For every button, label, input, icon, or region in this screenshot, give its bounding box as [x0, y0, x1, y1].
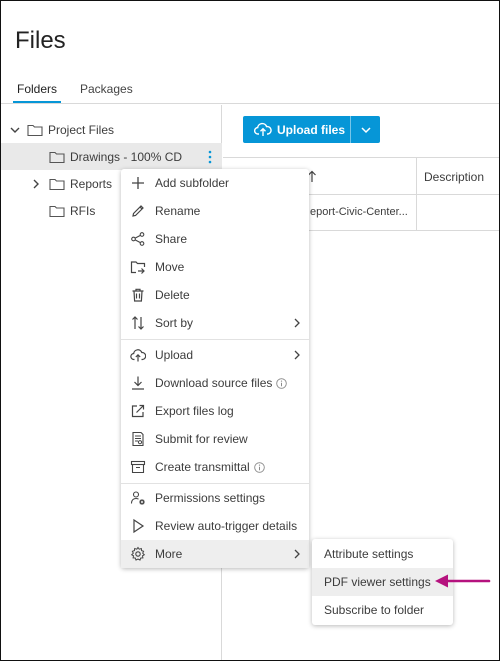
- tree-item-drawings[interactable]: Drawings - 100% CD: [1, 143, 222, 170]
- menu-item-label: Subscribe to folder: [324, 603, 425, 617]
- upload-files-button[interactable]: Upload files: [243, 116, 380, 143]
- menu-item-label: PDF viewer settings: [324, 575, 431, 589]
- menu-item-label: Submit for review: [155, 432, 248, 446]
- review-document-icon: [132, 431, 144, 447]
- more-submenu: Attribute settings PDF viewer settings S…: [312, 539, 453, 625]
- menu-item-label: Review auto-trigger details: [155, 519, 298, 533]
- menu-item-label: Create transmittal: [155, 460, 265, 474]
- menu-item-download-source-files[interactable]: Download source files: [121, 369, 309, 397]
- trash-icon: [132, 288, 144, 302]
- transmittal-icon: [130, 460, 146, 474]
- menu-item-label: Upload: [155, 348, 194, 362]
- cloud-upload-icon: [254, 122, 272, 136]
- menu-item-attribute-settings[interactable]: Attribute settings: [312, 540, 453, 568]
- more-options-icon[interactable]: [205, 149, 215, 165]
- column-divider: [416, 158, 417, 196]
- menu-item-add-subfolder[interactable]: Add subfolder: [121, 169, 309, 197]
- gear-icon: [130, 546, 146, 561]
- menu-item-label: Rename: [155, 204, 201, 218]
- menu-item-label: Export files log: [155, 404, 234, 418]
- menu-item-label: Delete: [155, 288, 190, 302]
- column-divider: [416, 195, 417, 231]
- pencil-icon: [132, 205, 144, 217]
- menu-item-more[interactable]: More: [121, 540, 309, 568]
- file-name-cell[interactable]: eport-Civic-Center...: [310, 206, 408, 218]
- chevron-right-icon: [294, 318, 300, 328]
- chevron-down-icon[interactable]: [9, 124, 21, 136]
- column-header-description[interactable]: Description: [424, 170, 484, 184]
- tab-folders[interactable]: Folders: [17, 82, 57, 96]
- menu-item-label: More: [155, 547, 183, 561]
- tab-packages[interactable]: Packages: [80, 82, 133, 96]
- tree-item-label: Drawings - 100% CD: [70, 150, 183, 164]
- tree-item-label: Project Files: [48, 123, 115, 137]
- chevron-right-icon: [294, 549, 300, 559]
- active-tab-indicator: [13, 101, 61, 103]
- page-title: Files: [15, 27, 66, 54]
- menu-item-text: Create transmittal: [155, 460, 250, 474]
- folder-context-menu: Add subfolder Rename Share Move Delete S…: [121, 169, 309, 568]
- app-window: Files Folders Packages Project Files Dra…: [0, 0, 500, 661]
- button-divider: [350, 116, 351, 143]
- folder-icon: [49, 178, 65, 191]
- annotation-arrow-icon: [435, 574, 491, 588]
- folder-icon: [49, 151, 65, 164]
- menu-item-review-auto-trigger-details[interactable]: Review auto-trigger details: [121, 512, 309, 540]
- tree-item-project-files[interactable]: Project Files: [1, 116, 222, 143]
- menu-divider: [121, 339, 309, 340]
- menu-item-text: Download source files: [155, 376, 273, 390]
- tree-item-label: RFIs: [70, 204, 96, 218]
- download-icon: [132, 376, 144, 390]
- upload-files-label: Upload files: [277, 123, 346, 137]
- chevron-right-icon: [294, 350, 300, 360]
- menu-item-rename[interactable]: Rename: [121, 197, 309, 225]
- menu-item-label: Download source files: [155, 376, 288, 390]
- menu-item-move[interactable]: Move: [121, 253, 309, 281]
- menu-item-upload[interactable]: Upload: [121, 341, 309, 369]
- export-icon: [131, 404, 145, 418]
- menu-item-label: Share: [155, 232, 188, 246]
- user-gear-icon: [130, 491, 145, 505]
- chevron-down-icon[interactable]: [360, 125, 372, 135]
- menu-item-create-transmittal[interactable]: Create transmittal: [121, 453, 309, 481]
- tree-item-label: Reports: [70, 177, 113, 191]
- sort-icon: [132, 316, 144, 330]
- menu-item-share[interactable]: Share: [121, 225, 309, 253]
- menu-item-label: Move: [155, 260, 185, 274]
- menu-item-subscribe-to-folder[interactable]: Subscribe to folder: [312, 596, 453, 624]
- folder-icon: [27, 124, 43, 137]
- info-icon[interactable]: [276, 378, 288, 389]
- menu-item-label: Add subfolder: [155, 176, 230, 190]
- menu-item-submit-for-review[interactable]: Submit for review: [121, 425, 309, 453]
- menu-item-label: Attribute settings: [324, 547, 414, 561]
- cloud-upload-icon: [130, 349, 146, 362]
- menu-item-permissions-settings[interactable]: Permissions settings: [121, 484, 309, 512]
- share-icon: [131, 232, 145, 246]
- menu-item-pdf-viewer-settings[interactable]: PDF viewer settings: [312, 568, 453, 596]
- tab-bar: Folders Packages: [1, 77, 499, 104]
- menu-item-sort-by[interactable]: Sort by: [121, 309, 309, 337]
- menu-item-export-files-log[interactable]: Export files log: [121, 397, 309, 425]
- plus-icon: [132, 177, 144, 189]
- move-folder-icon: [130, 261, 146, 274]
- play-icon: [133, 518, 145, 534]
- menu-item-label: Sort by: [155, 316, 194, 330]
- menu-item-label: Permissions settings: [155, 491, 266, 505]
- info-icon[interactable]: [253, 462, 265, 473]
- folder-icon: [49, 205, 65, 218]
- menu-item-delete[interactable]: Delete: [121, 281, 309, 309]
- chevron-right-icon[interactable]: [30, 178, 42, 190]
